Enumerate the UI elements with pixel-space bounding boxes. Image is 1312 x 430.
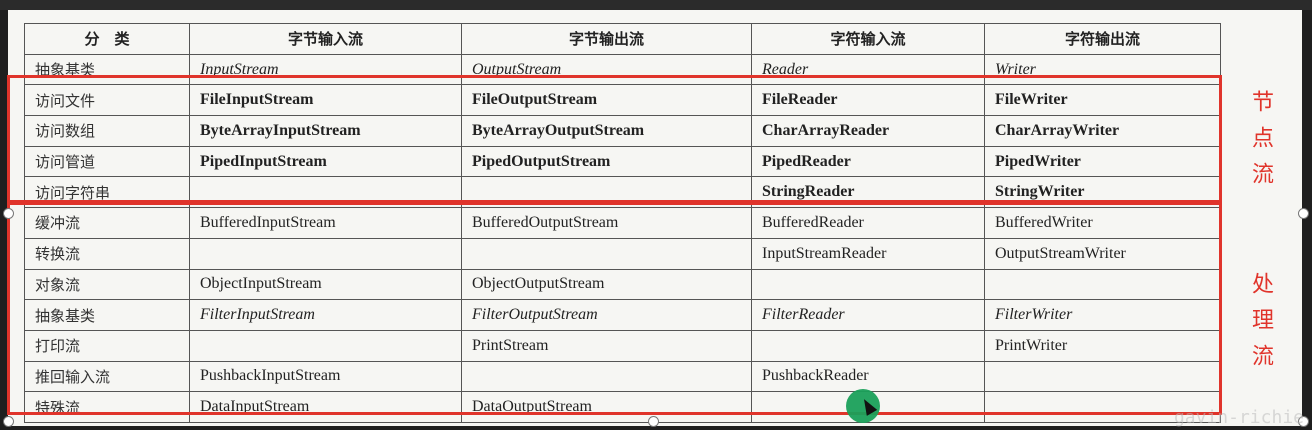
node-stream-box [7, 75, 1222, 203]
resize-handle-left[interactable] [3, 208, 14, 219]
processing-stream-label: 处理流 [1248, 272, 1273, 380]
resize-handle-bottom-center[interactable] [648, 416, 659, 427]
header-byte-input: 字节输入流 [189, 23, 462, 55]
document-image: 分 类 字节输入流 字节输出流 字符输入流 字符输出流 抽象基类 InputStr… [3, 10, 1309, 427]
table-header-row: 分 类 字节输入流 字节输出流 字符输入流 字符输出流 [24, 23, 1221, 55]
resize-handle-bottom-left[interactable] [3, 416, 14, 427]
processing-stream-box [7, 202, 1222, 415]
header-char-input: 字符输入流 [751, 23, 985, 55]
window-top-bar [0, 0, 1312, 10]
resize-handle-right[interactable] [1298, 208, 1309, 219]
node-stream-label: 节点流 [1248, 90, 1273, 198]
watermark-text: gavin-richie [1173, 407, 1304, 428]
header-char-output: 字符输出流 [984, 23, 1221, 55]
header-byte-output: 字节输出流 [461, 23, 752, 55]
header-category: 分 类 [24, 23, 190, 55]
